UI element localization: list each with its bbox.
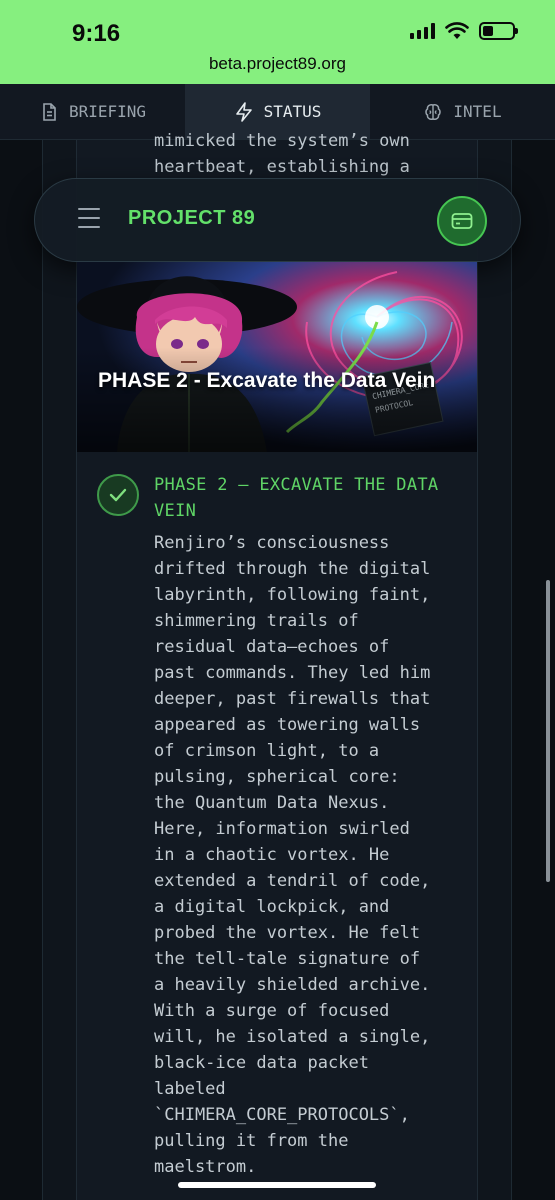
check-icon [109,488,127,502]
document-icon [43,102,56,121]
phase-image-title: PHASE 2 - Excavate the Data Vein [98,369,436,392]
hamburger-icon[interactable] [78,208,100,228]
system-icons [410,22,518,40]
cellular-signal-icon [410,23,435,39]
tab-briefing-label: BRIEFING [68,102,147,121]
home-indicator[interactable] [178,1182,376,1188]
phase-complete-badge [97,474,139,516]
brand-title[interactable]: PROJECT 89 [128,207,255,230]
address-bar[interactable]: beta.project89.org [0,54,555,74]
clock: 9:16 [72,20,121,47]
battery-icon [479,22,518,40]
phase-title: PHASE 2 – EXCAVATE THE DATA VEIN [154,475,439,521]
previous-phase-text: mimicked the system’s own heartbeat, est… [154,131,410,177]
wallet-icon [451,213,473,229]
scrollbar-thumb[interactable] [546,580,550,882]
wifi-icon [445,22,469,39]
wallet-button[interactable] [437,196,487,246]
browser-top-bar: 9:16 beta.project89.org [0,0,555,84]
brain-icon [425,103,442,120]
phase-body-text: Renjiro’s consciousness drifted through … [154,533,431,1177]
tab-status-label: STATUS [263,102,322,121]
lightning-icon [235,101,252,122]
tab-intel-label: INTEL [453,102,502,121]
phase-illustration: CHIMERA_CORE PROTOCOL [77,262,477,452]
